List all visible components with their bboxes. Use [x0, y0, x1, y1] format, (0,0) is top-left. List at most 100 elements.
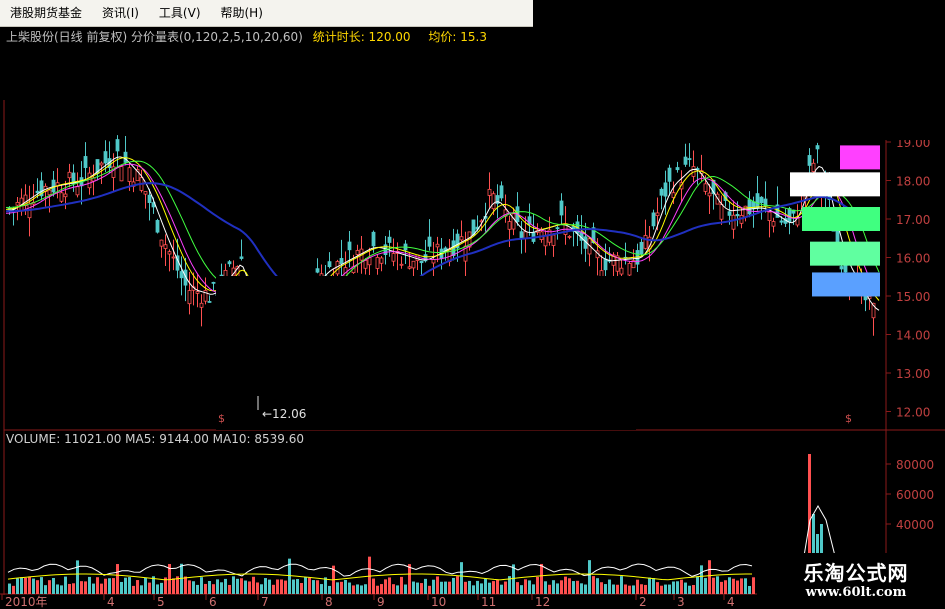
- candle-body: [379, 257, 384, 264]
- price-volume-profile-bar: [840, 145, 880, 170]
- volume-bar: [232, 576, 235, 594]
- candle-body: [719, 204, 724, 220]
- volume-bar: [696, 576, 699, 594]
- volume-bar: [588, 560, 591, 594]
- volume-bar: [680, 579, 683, 594]
- date-axis-label: 7: [261, 595, 269, 609]
- volume-tick-label: 40000: [896, 518, 934, 532]
- volume-bar: [504, 581, 507, 594]
- candle-body: [787, 208, 792, 223]
- volume-bar: [736, 580, 739, 594]
- volume-bar: [172, 578, 175, 594]
- volume-bar: [500, 584, 503, 594]
- volume-bar: [624, 584, 627, 594]
- candle-body: [411, 260, 416, 269]
- volume-bar: [632, 585, 635, 594]
- candle-body: [767, 211, 772, 222]
- volume-bar: [472, 585, 475, 594]
- volume-bar: [628, 585, 631, 594]
- candle-body: [143, 191, 148, 195]
- volume-bar: [376, 585, 379, 594]
- volume-bar: [316, 580, 319, 594]
- volume-bar: [644, 584, 647, 594]
- candle-body: [199, 302, 204, 308]
- volume-bar: [616, 584, 619, 594]
- candle-body: [779, 220, 784, 223]
- volume-bar: [68, 583, 71, 594]
- volume-bar: [740, 578, 743, 594]
- volume-bar: [212, 584, 215, 594]
- volume-bar: [44, 585, 47, 594]
- volume-info: VOLUME: 11021.00 MA5: 9144.00 MA10: 8539…: [6, 432, 304, 446]
- candle-body: [567, 235, 572, 238]
- volume-bar: [488, 582, 491, 594]
- candle-body: [499, 185, 504, 199]
- volume-bar: [656, 582, 659, 594]
- candle-body: [179, 271, 184, 279]
- menu-bar: 港股期货基金 资讯(I) 工具(V) 帮助(H): [0, 0, 533, 27]
- candle-body: [315, 268, 320, 273]
- volume-bar: [48, 580, 51, 594]
- volume-bar: [584, 584, 587, 594]
- volume-bar: [516, 582, 519, 594]
- volume-bar: [444, 581, 447, 594]
- menu-info[interactable]: 资讯(I): [92, 0, 149, 26]
- candle-body: [227, 261, 232, 265]
- volume-bar: [216, 579, 219, 594]
- date-axis-label: 8: [325, 595, 333, 609]
- candle-body: [391, 253, 396, 262]
- volume-bar: [544, 581, 547, 594]
- volume-bar: [240, 578, 243, 594]
- volume-bar: [336, 582, 339, 594]
- volume-bar: [300, 582, 303, 594]
- price-tick-label: 18.00: [896, 175, 930, 189]
- volume-bar: [148, 582, 151, 594]
- volume-bar: [276, 579, 279, 594]
- volume-bar: [580, 583, 583, 594]
- volume-bar: [688, 585, 691, 594]
- candle-body: [683, 156, 688, 165]
- volume-bar: [396, 585, 399, 594]
- candle-body: [119, 166, 124, 182]
- volume-bar: [92, 583, 95, 594]
- candle-body: [347, 241, 352, 251]
- volume-bar: [264, 578, 267, 594]
- volume-bar: [592, 576, 595, 594]
- candle-body: [327, 261, 332, 267]
- chart-info-bar: 上柴股份(日线 前复权) 分价量表(0,120,2,5,10,20,60) 统计…: [0, 27, 539, 47]
- volume-bar: [684, 582, 687, 594]
- volume-bar: [520, 585, 523, 594]
- volume-bar: [136, 580, 139, 594]
- price-tick-label: 13.00: [896, 367, 930, 381]
- volume-bar: [196, 584, 199, 594]
- candle-body: [491, 193, 496, 210]
- volume-bar: [664, 584, 667, 594]
- candle-body: [427, 236, 432, 247]
- candle-body: [459, 236, 464, 241]
- volume-bar: [536, 576, 539, 594]
- volume-bar: [16, 578, 19, 594]
- volume-bar: [476, 580, 479, 594]
- volume-bar: [128, 577, 131, 594]
- volume-bar: [576, 580, 579, 594]
- candle-body: [375, 257, 380, 269]
- candle-body: [371, 231, 376, 247]
- volume-bar: [432, 579, 435, 594]
- volume-bar: [424, 578, 427, 594]
- menu-help[interactable]: 帮助(H): [211, 0, 273, 26]
- candle-body: [83, 156, 88, 168]
- volume-bar: [56, 584, 59, 594]
- candle-body: [707, 192, 712, 197]
- candle-body: [815, 145, 820, 150]
- candle-body: [703, 183, 708, 192]
- volume-bar: [724, 580, 727, 594]
- ex-right-marker: $: [845, 412, 852, 425]
- stock-chart[interactable]: 19.0018.0017.0016.0015.0014.0013.0012.00…: [0, 0, 945, 609]
- candle-body: [387, 236, 392, 243]
- volume-bar: [252, 576, 255, 594]
- volume-bar: [436, 576, 439, 594]
- menu-hk-futures-funds[interactable]: 港股期货基金: [0, 0, 92, 26]
- volume-bar: [60, 585, 63, 594]
- menu-tools[interactable]: 工具(V): [149, 0, 211, 26]
- volume-bar: [728, 577, 731, 594]
